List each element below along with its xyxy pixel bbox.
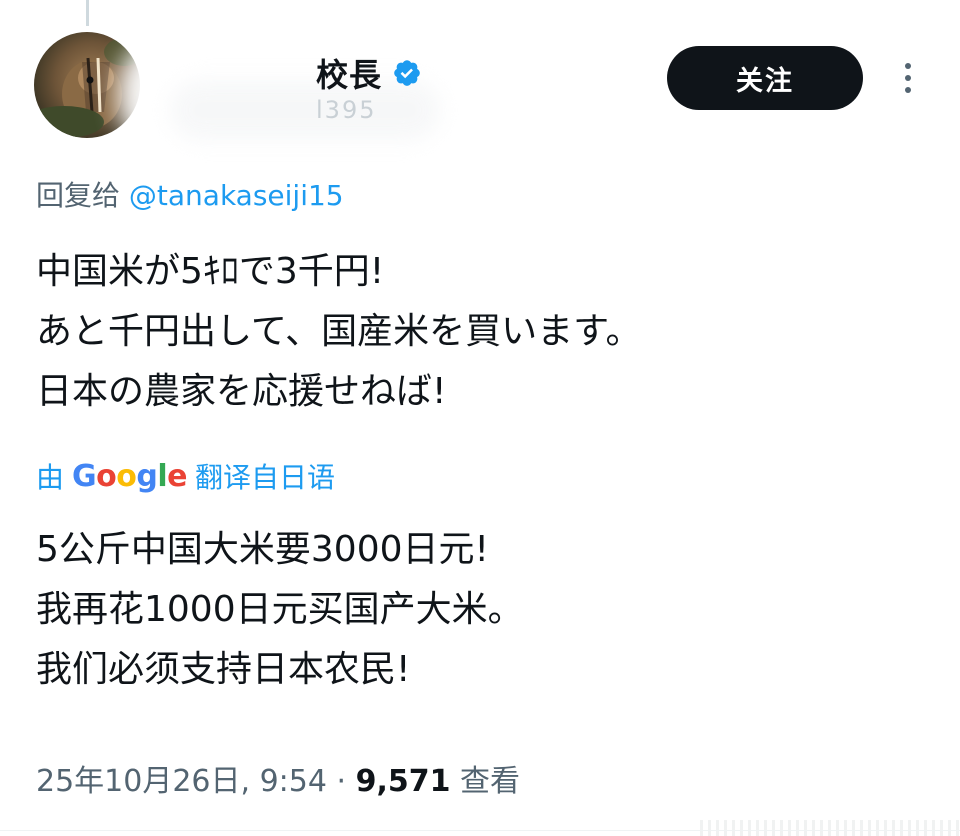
thread-connector-line [86, 0, 89, 26]
tweet-body: 中国米が5ｷﾛで3千円! あと千円出して、国産米を買います。 日本の農家を応援せ… [36, 242, 642, 422]
translated-line: 我再花1000日元买国产大米。 [36, 589, 524, 630]
translation-by-label: 由 [36, 461, 65, 494]
google-logo: Google [72, 458, 188, 494]
reply-mention-link[interactable]: @tanakaseiji15 [129, 179, 344, 212]
more-options-icon[interactable] [898, 60, 918, 100]
translated-body: 5公斤中国大米要3000日元! 我再花1000日元买国产大米。 我们必须支持日本… [36, 520, 524, 700]
views-label: 查看 [450, 764, 521, 799]
watermark-strip [700, 820, 960, 836]
reply-context: 回复给 @tanakaseiji15 [36, 174, 344, 214]
follow-button[interactable]: 关注 [667, 46, 863, 110]
tweet-timestamp[interactable]: 25年10月26日, 9:54 [36, 764, 327, 799]
reply-prefix: 回复给 [36, 179, 129, 212]
author-handle[interactable]: l395 [316, 96, 376, 124]
verified-badge-icon [394, 60, 420, 86]
tweet-line: 日本の農家を応援せねば! [36, 371, 447, 412]
tweet-meta: 25年10月26日, 9:54 · 9,571 查看 [36, 756, 520, 800]
meta-separator: · [326, 764, 356, 799]
tweet-line: 中国米が5ｷﾛで3千円! [36, 251, 385, 292]
tweet-line: あと千円出して、国産米を買います。 [36, 311, 642, 352]
views-count: 9,571 [355, 764, 451, 799]
author-name-row[interactable]: 校長 [316, 50, 422, 96]
translation-source-label[interactable]: 翻译自日语 [195, 456, 335, 496]
divider [0, 830, 960, 831]
author-display-name[interactable]: 校長 [316, 50, 382, 96]
translation-attribution[interactable]: 由 Google 翻译自日语 [36, 456, 335, 496]
translated-line: 5公斤中国大米要3000日元! [36, 529, 489, 570]
translated-line: 我们必须支持日本农民! [36, 649, 411, 690]
